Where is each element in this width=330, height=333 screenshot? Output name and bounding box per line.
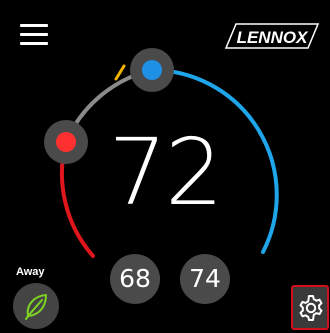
menu-bar	[20, 33, 48, 36]
settings-button[interactable]	[291, 285, 329, 330]
hamburger-menu-icon[interactable]	[20, 24, 48, 46]
current-temp-marker	[114, 64, 126, 81]
leaf-icon	[25, 294, 47, 320]
cool-setpoint-button[interactable]: 74	[180, 254, 230, 304]
lennox-logo: LENNOX	[222, 20, 322, 52]
menu-bar	[20, 42, 48, 45]
away-label: Away	[16, 266, 45, 278]
away-button[interactable]	[13, 283, 59, 329]
gear-icon	[299, 295, 323, 321]
cool-setpoint-handle[interactable]	[130, 48, 174, 92]
heat-setpoint-button[interactable]: 68	[110, 254, 160, 304]
thermostat-screen: LENNOX 72 68 74 Away	[0, 0, 330, 333]
brand-name: LENNOX	[237, 28, 310, 47]
menu-bar	[20, 24, 48, 27]
current-temperature: 72	[108, 119, 223, 226]
